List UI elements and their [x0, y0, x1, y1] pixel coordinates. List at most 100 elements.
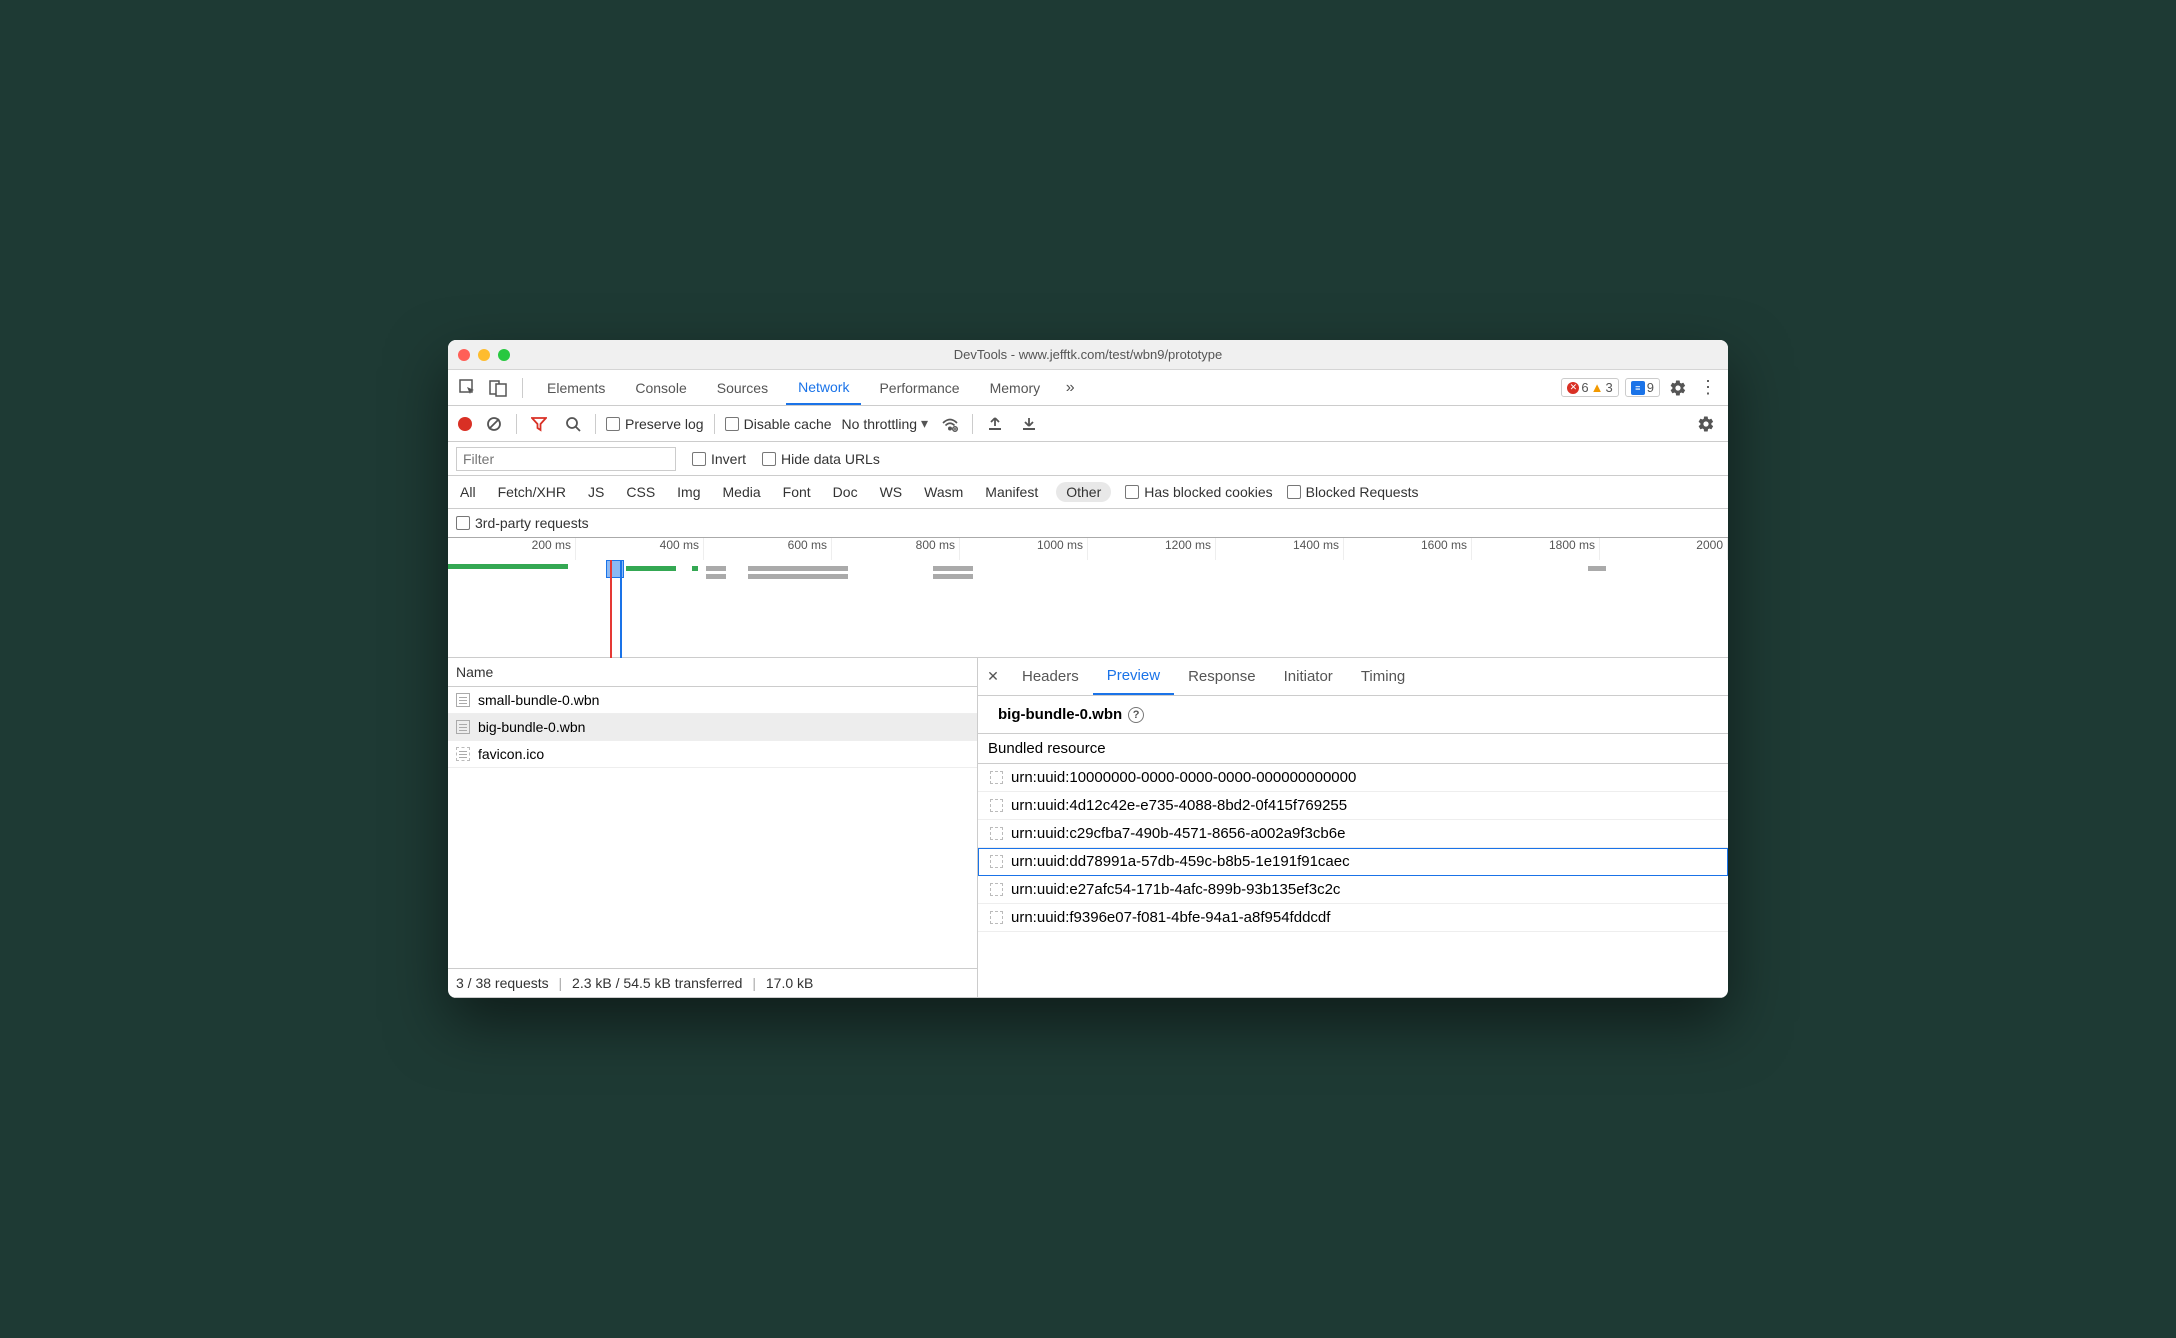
timeline-tick: 2000 — [1600, 538, 1728, 560]
type-manifest[interactable]: Manifest — [981, 482, 1042, 502]
separator — [522, 378, 523, 398]
type-other[interactable]: Other — [1056, 482, 1111, 502]
detail-tab-headers[interactable]: Headers — [1008, 658, 1093, 695]
request-list-pane: Name small-bundle-0.wbn big-bundle-0.wbn f… — [448, 658, 978, 997]
record-button[interactable] — [458, 417, 472, 431]
hide-data-urls-checkbox[interactable]: Hide data URLs — [762, 451, 880, 467]
detail-tab-response[interactable]: Response — [1174, 658, 1270, 695]
request-name: big-bundle-0.wbn — [478, 719, 585, 735]
warnings-count: 3 — [1606, 380, 1613, 395]
messages-badge[interactable]: ≡ 9 — [1625, 378, 1660, 397]
detail-tabs: ✕ HeadersPreviewResponseInitiatorTiming — [978, 658, 1728, 696]
timeline-tick: 800 ms — [832, 538, 960, 560]
import-har-icon[interactable] — [983, 412, 1007, 436]
bundled-resource-row[interactable]: urn:uuid:10000000-0000-0000-0000-0000000… — [978, 764, 1728, 792]
type-media[interactable]: Media — [719, 482, 765, 502]
resource-icon — [990, 855, 1003, 868]
timeline-tick: 400 ms — [576, 538, 704, 560]
status-requests: 3 / 38 requests — [456, 975, 549, 991]
close-window-button[interactable] — [458, 349, 470, 361]
tab-memory[interactable]: Memory — [978, 370, 1053, 405]
timeline-tick: 1400 ms — [1216, 538, 1344, 560]
errors-count: 6 — [1581, 380, 1588, 395]
inspect-element-icon[interactable] — [456, 376, 480, 400]
timeline-overview[interactable]: 200 ms400 ms600 ms800 ms1000 ms1200 ms14… — [448, 538, 1728, 658]
resource-icon — [990, 911, 1003, 924]
resource-urn: urn:uuid:f9396e07-f081-4bfe-94a1-a8f954f… — [1011, 909, 1330, 926]
detail-tab-preview[interactable]: Preview — [1093, 658, 1174, 695]
help-icon[interactable]: ? — [1128, 707, 1144, 723]
disable-cache-checkbox[interactable]: Disable cache — [725, 416, 832, 432]
resource-icon — [990, 883, 1003, 896]
tab-console[interactable]: Console — [623, 370, 698, 405]
network-settings-icon[interactable] — [1694, 412, 1718, 436]
filter-icon[interactable] — [527, 412, 551, 436]
filter-input[interactable] — [456, 447, 676, 471]
blocked-requests-checkbox[interactable]: Blocked Requests — [1287, 484, 1419, 500]
clear-button[interactable] — [482, 412, 506, 436]
traffic-lights — [458, 349, 510, 361]
detail-tab-initiator[interactable]: Initiator — [1270, 658, 1347, 695]
zoom-window-button[interactable] — [498, 349, 510, 361]
file-icon — [456, 693, 470, 707]
tab-performance[interactable]: Performance — [867, 370, 971, 405]
bundled-resource-header: Bundled resource — [978, 733, 1728, 764]
more-tabs-button[interactable]: » — [1058, 376, 1082, 400]
type-wasm[interactable]: Wasm — [920, 482, 967, 502]
type-css[interactable]: CSS — [622, 482, 659, 502]
error-icon: ✕ — [1567, 382, 1579, 394]
status-size: 17.0 kB — [766, 975, 813, 991]
third-party-checkbox[interactable]: 3rd-party requests — [448, 509, 1728, 538]
detail-tab-timing[interactable]: Timing — [1347, 658, 1419, 695]
request-detail-pane: ✕ HeadersPreviewResponseInitiatorTiming … — [978, 658, 1728, 997]
warning-icon: ▲ — [1591, 380, 1604, 395]
bundled-resource-row[interactable]: urn:uuid:e27afc54-171b-4afc-899b-93b135e… — [978, 876, 1728, 904]
filter-bar: Invert Hide data URLs — [448, 442, 1728, 476]
device-toolbar-icon[interactable] — [486, 376, 510, 400]
resource-urn: urn:uuid:dd78991a-57db-459c-b8b5-1e191f9… — [1011, 853, 1350, 870]
name-column-header[interactable]: Name — [448, 658, 977, 687]
bundled-resource-row[interactable]: urn:uuid:dd78991a-57db-459c-b8b5-1e191f9… — [978, 848, 1728, 876]
tab-sources[interactable]: Sources — [705, 370, 780, 405]
settings-icon[interactable] — [1666, 376, 1690, 400]
throttling-select[interactable]: No throttling ▾ — [842, 415, 929, 432]
minimize-window-button[interactable] — [478, 349, 490, 361]
resource-icon — [990, 771, 1003, 784]
request-row[interactable]: big-bundle-0.wbn — [448, 714, 977, 741]
errors-badge[interactable]: ✕ 6 ▲ 3 — [1561, 378, 1618, 397]
type-fetch-xhr[interactable]: Fetch/XHR — [494, 482, 570, 502]
request-row[interactable]: small-bundle-0.wbn — [448, 687, 977, 714]
network-toolbar: Preserve log Disable cache No throttling… — [448, 406, 1728, 442]
has-blocked-cookies-checkbox[interactable]: Has blocked cookies — [1125, 484, 1272, 500]
preserve-log-checkbox[interactable]: Preserve log — [606, 416, 704, 432]
bundled-resource-row[interactable]: urn:uuid:c29cfba7-490b-4571-8656-a002a9f… — [978, 820, 1728, 848]
kebab-menu-icon[interactable]: ⋮ — [1696, 376, 1720, 400]
chevron-down-icon: ▾ — [921, 415, 928, 432]
invert-checkbox[interactable]: Invert — [692, 451, 746, 467]
network-conditions-icon[interactable] — [938, 412, 962, 436]
resource-urn: urn:uuid:c29cfba7-490b-4571-8656-a002a9f… — [1011, 825, 1345, 842]
type-ws[interactable]: WS — [876, 482, 907, 502]
timeline-tick: 1600 ms — [1344, 538, 1472, 560]
preview-header: big-bundle-0.wbn ? — [978, 696, 1728, 733]
bundled-resource-row[interactable]: urn:uuid:4d12c42e-e735-4088-8bd2-0f415f7… — [978, 792, 1728, 820]
tab-network[interactable]: Network — [786, 370, 861, 405]
timeline-tick: 1000 ms — [960, 538, 1088, 560]
mac-titlebar: DevTools - www.jefftk.com/test/wbn9/prot… — [448, 340, 1728, 370]
request-row[interactable]: favicon.ico — [448, 741, 977, 768]
close-detail-button[interactable]: ✕ — [978, 668, 1008, 685]
type-img[interactable]: Img — [673, 482, 704, 502]
tab-elements[interactable]: Elements — [535, 370, 617, 405]
type-js[interactable]: JS — [584, 482, 608, 502]
type-filter-bar: All Fetch/XHR JS CSS Img Media Font Doc WS Wasm Ma… — [448, 476, 1728, 509]
resource-icon — [990, 827, 1003, 840]
type-all[interactable]: All — [456, 482, 480, 502]
type-font[interactable]: Font — [779, 482, 815, 502]
bundled-resource-row[interactable]: urn:uuid:f9396e07-f081-4bfe-94a1-a8f954f… — [978, 904, 1728, 932]
type-doc[interactable]: Doc — [829, 482, 862, 502]
resource-urn: urn:uuid:e27afc54-171b-4afc-899b-93b135e… — [1011, 881, 1340, 898]
resource-urn: urn:uuid:4d12c42e-e735-4088-8bd2-0f415f7… — [1011, 797, 1347, 814]
search-icon[interactable] — [561, 412, 585, 436]
timeline-tick: 200 ms — [448, 538, 576, 560]
export-har-icon[interactable] — [1017, 412, 1041, 436]
